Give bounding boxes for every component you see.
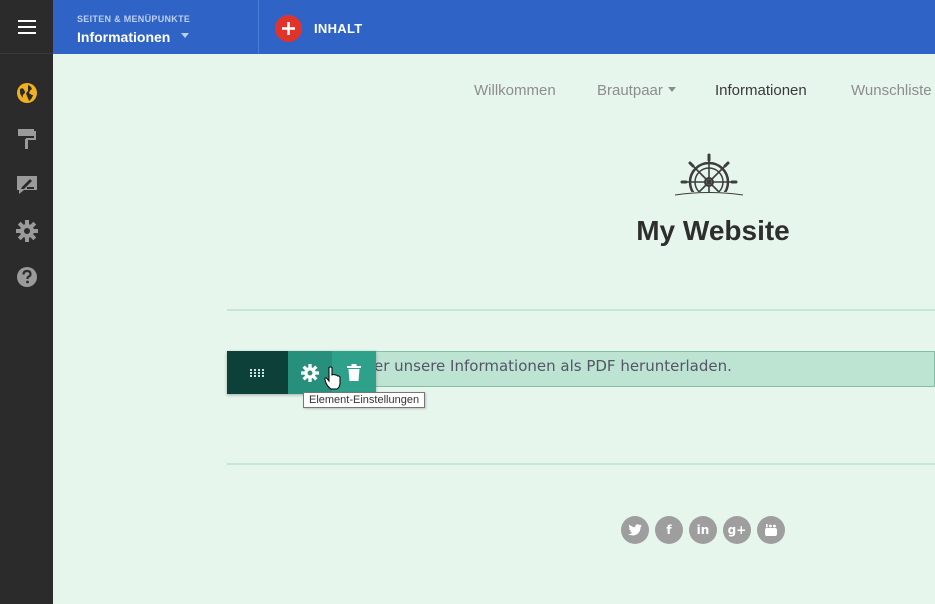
editor-topbar: SEITEN & MENÜPUNKTE Informationen INHALT [53,0,935,54]
gear-icon [301,363,319,382]
divider-line [227,463,935,465]
twitter-icon [628,524,642,536]
chevron-down-icon [181,33,189,38]
add-content-label: INHALT [314,20,363,36]
help-icon [17,267,37,287]
pages-dropdown-caption: SEITEN & MENÜPUNKTE [77,14,191,24]
hand-cursor-icon [324,366,341,390]
editor-sidebar [0,0,53,604]
plus-icon [275,14,302,42]
google-plus-link[interactable]: g+ [723,516,751,544]
nav-item-label: Informationen [715,82,807,99]
site-title[interactable]: My Website [593,215,833,247]
website-button[interactable] [15,81,39,105]
nav-item-label: Brautpaar [597,82,663,99]
design-button[interactable] [15,127,39,151]
nav-item-label: Willkommen [474,82,556,99]
youtube-icon [765,524,777,536]
trash-icon [347,364,361,381]
linkedin-icon: in [696,523,710,537]
google-plus-icon: g+ [727,523,747,537]
facebook-link[interactable]: f [655,516,683,544]
website-preview: Willkommen Brautpaar Informationen Wunsc… [53,54,935,604]
edit-content-button[interactable] [15,173,39,197]
caret-down-icon [667,87,676,92]
youtube-link[interactable] [757,516,785,544]
linkedin-link[interactable]: in [689,516,717,544]
hamburger-icon [17,19,36,34]
site-navigation: Willkommen Brautpaar Informationen Wunsc… [53,82,935,102]
globe-icon [17,83,37,103]
element-toolbar [227,351,376,394]
current-page-label: Informationen [77,29,171,45]
ship-wheel-logo[interactable] [669,152,749,202]
element-settings-tooltip: Element-Einstellungen [303,392,426,408]
pages-dropdown[interactable]: SEITEN & MENÜPUNKTE Informationen [53,0,259,54]
twitter-link[interactable] [621,516,649,544]
divider-line [227,309,935,311]
facebook-icon: f [666,523,672,537]
social-links: f in g+ [621,516,791,544]
drag-handle[interactable] [227,351,288,394]
nav-item-willkommen[interactable]: Willkommen [474,82,556,99]
add-content-button[interactable]: INHALT [275,14,363,42]
nav-item-wunschliste[interactable]: Wunschliste [851,82,932,99]
nav-item-brautpaar[interactable]: Brautpaar [597,82,676,99]
nav-item-label: Wunschliste [851,82,932,99]
gear-icon [16,220,38,242]
nav-item-informationen[interactable]: Informationen [715,82,807,99]
drag-grip-icon [249,368,264,377]
paint-roller-icon [18,129,36,149]
edit-icon [17,176,37,194]
help-button[interactable] [15,265,39,289]
hamburger-menu-button[interactable] [0,0,53,54]
text-element-content[interactable]: er unsere Informationen als PDF herunter… [374,357,732,375]
settings-button[interactable] [15,219,39,243]
